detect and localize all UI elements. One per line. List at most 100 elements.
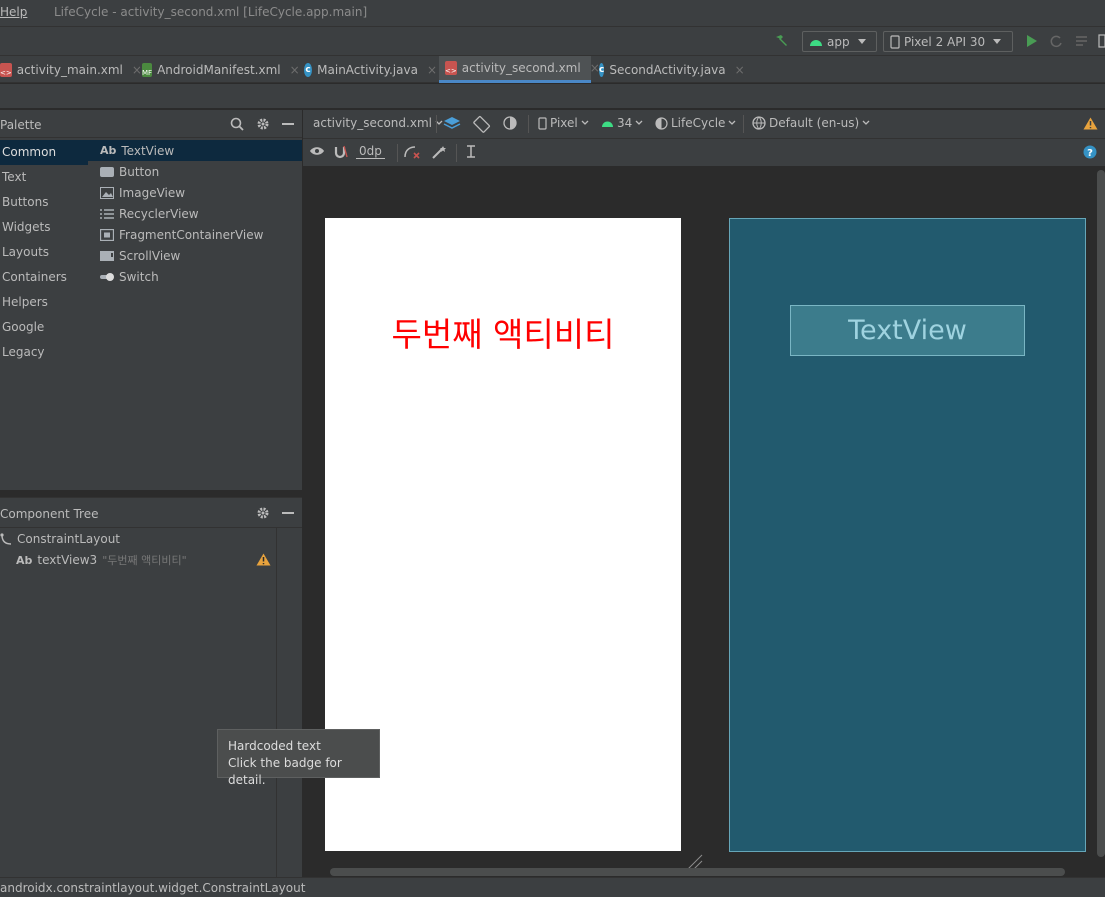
palette-item-label: ImageView	[119, 185, 186, 200]
tab-second-activity[interactable]: c SecondActivity.java ×	[599, 56, 745, 83]
close-icon[interactable]: ×	[290, 63, 300, 77]
status-bar: androidx.constraintlayout.widget.Constra…	[0, 877, 1105, 897]
tab-activity-second[interactable]: <> activity_second.xml ×	[439, 56, 600, 83]
palette-category[interactable]: Text	[0, 165, 88, 190]
close-icon[interactable]: ×	[735, 63, 745, 77]
phone-icon	[890, 34, 900, 49]
fragment-icon	[100, 228, 114, 241]
device-select[interactable]: Pixel 2 API 30	[883, 31, 1013, 52]
orientation-icon[interactable]	[473, 115, 491, 133]
horizontal-scrollbar[interactable]	[330, 868, 1065, 876]
list-icon	[100, 208, 114, 220]
palette-item-switch[interactable]: Switch	[88, 266, 302, 287]
api-level-select[interactable]: 34	[601, 116, 643, 130]
palette-category[interactable]: Helpers	[0, 290, 88, 315]
menu-help[interactable]: Help	[0, 5, 27, 19]
palette-item-label: RecyclerView	[119, 206, 199, 221]
tab-main-activity[interactable]: c MainActivity.java ×	[304, 56, 437, 83]
status-text: androidx.constraintlayout.widget.Constra…	[0, 881, 306, 895]
phone-icon	[538, 116, 547, 130]
palette-panel: Palette Common Text Buttons Widgets Layo…	[0, 110, 302, 490]
palette-item-recyclerview[interactable]: RecyclerView	[88, 203, 302, 224]
infer-constraints-icon[interactable]	[431, 145, 447, 159]
palette-item-button[interactable]: Button	[88, 161, 302, 182]
module-label: app	[827, 34, 850, 49]
palette-category[interactable]: Layouts	[0, 240, 88, 265]
tab-activity-main[interactable]: <> activity_main.xml ×	[0, 56, 142, 83]
textview-icon: Ab	[16, 553, 33, 567]
device-manager-icon[interactable]	[1098, 34, 1105, 48]
tree-node-textview3[interactable]: Ab textView3 "두번째 액티비티"	[16, 552, 274, 568]
autoconnect-magnet-icon[interactable]	[333, 145, 349, 159]
night-mode-icon[interactable]	[502, 115, 520, 133]
close-icon[interactable]: ×	[132, 63, 142, 77]
minimize-icon[interactable]	[282, 123, 294, 125]
chevron-down-icon	[857, 39, 866, 44]
toolbar-divider	[436, 115, 437, 133]
palette-item-imageview[interactable]: ImageView	[88, 182, 302, 203]
palette-item-textview[interactable]: Ab TextView	[88, 140, 302, 161]
editor-tabs: <> activity_main.xml × MF AndroidManifes…	[0, 56, 1105, 83]
textview-icon: Ab	[100, 144, 117, 157]
tab-label: activity_main.xml	[16, 62, 123, 77]
warning-icon[interactable]	[1083, 117, 1098, 130]
logcat-icon[interactable]	[1075, 34, 1089, 48]
preview-textview[interactable]: 두번째 액티비티	[325, 308, 681, 356]
apply-changes-icon[interactable]	[1049, 34, 1063, 48]
close-icon[interactable]: ×	[427, 63, 437, 77]
class-icon: c	[304, 62, 313, 77]
locale-select[interactable]: Default (en-us)	[752, 116, 870, 130]
gear-icon[interactable]	[256, 506, 270, 520]
android-icon	[601, 119, 614, 128]
palette-category[interactable]: Legacy	[0, 340, 88, 365]
design-surface-icon[interactable]	[443, 115, 463, 133]
toolbar-divider	[528, 115, 529, 133]
image-icon	[100, 186, 114, 199]
palette-category[interactable]: Google	[0, 315, 88, 340]
blueprint-textview[interactable]: TextView	[790, 305, 1025, 356]
chevron-down-icon	[993, 39, 1002, 44]
clear-constraints-icon[interactable]	[403, 145, 421, 159]
module-select[interactable]: app	[802, 31, 877, 52]
component-tree-title: Component Tree	[0, 507, 99, 521]
palette-category[interactable]: Common	[0, 140, 88, 165]
minimize-icon[interactable]	[282, 512, 294, 514]
device-label: Pixel 2 API 30	[904, 34, 986, 49]
file-select[interactable]: activity_second.xml	[313, 116, 443, 130]
palette-item-fragmentcontainerview[interactable]: FragmentContainerView	[88, 224, 302, 245]
warning-icon[interactable]	[256, 553, 271, 566]
locale-label: Default (en-us)	[769, 116, 860, 130]
palette-category[interactable]: Widgets	[0, 215, 88, 240]
theme-select[interactable]: LifeCycle	[655, 116, 736, 130]
palette-item-scrollview[interactable]: ScrollView	[88, 245, 302, 266]
theme-icon	[655, 116, 668, 130]
palette-category[interactable]: Buttons	[0, 190, 88, 215]
toolbar-divider	[397, 144, 398, 162]
default-margin-select[interactable]: 0dp	[356, 144, 385, 159]
tooltip-line: Click the badge for detail.	[228, 756, 342, 787]
guidelines-icon[interactable]	[464, 144, 478, 160]
search-icon[interactable]	[230, 117, 244, 131]
palette-item-label: Button	[119, 164, 160, 179]
api-level-label: 34	[617, 116, 633, 130]
palette-category[interactable]: Containers	[0, 265, 88, 290]
gear-icon[interactable]	[256, 117, 270, 131]
vertical-scrollbar[interactable]	[1097, 170, 1105, 857]
help-icon[interactable]: ?	[1083, 145, 1097, 159]
palette-header: Palette	[0, 110, 302, 138]
button-icon	[100, 166, 114, 177]
manifest-icon: MF	[142, 62, 153, 77]
xml-layout-icon: <>	[0, 62, 12, 77]
globe-icon	[752, 116, 766, 130]
device-preview-select[interactable]: Pixel	[538, 116, 589, 130]
tree-node-constraintlayout[interactable]: ConstraintLayout	[0, 532, 120, 546]
constraint-toolbar: 0dp ?	[303, 139, 1105, 167]
build-hammer-icon[interactable]	[774, 33, 790, 49]
view-options-icon[interactable]	[309, 145, 325, 159]
chevron-down-icon	[862, 120, 870, 126]
android-icon	[809, 37, 823, 47]
run-icon[interactable]	[1025, 34, 1039, 48]
hardcoded-text-tooltip: Hardcoded text Click the badge for detai…	[217, 729, 380, 787]
tab-android-manifest[interactable]: MF AndroidManifest.xml ×	[142, 56, 300, 83]
toolbar-divider	[743, 115, 744, 133]
